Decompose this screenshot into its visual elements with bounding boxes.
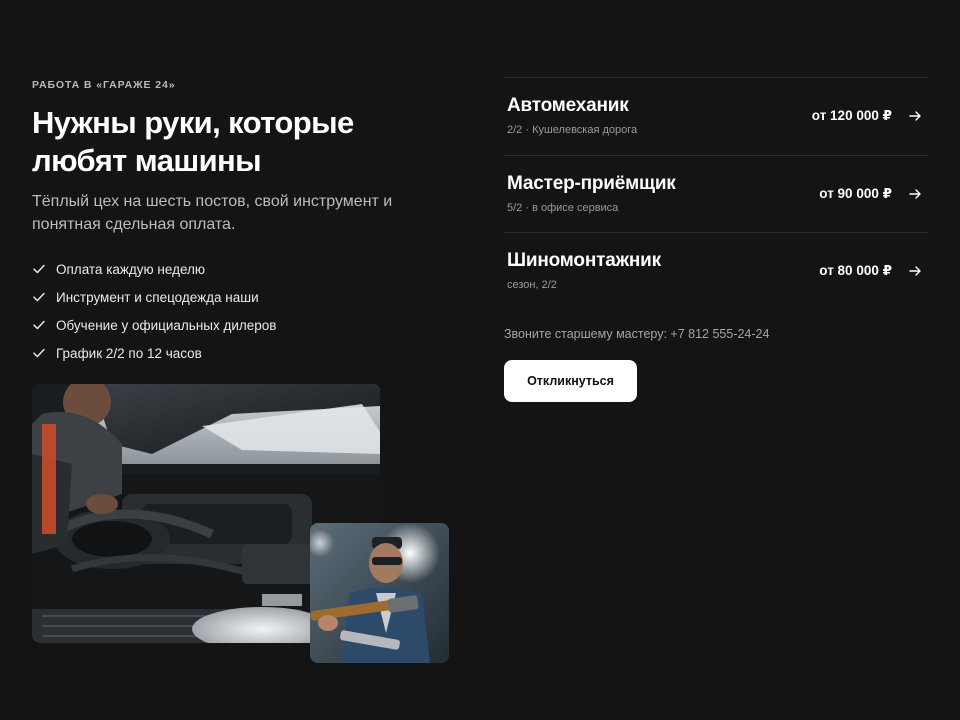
vacancy-row[interactable]: Мастер-приёмщик 5/2 · в офисе сервиса от… xyxy=(504,154,928,233)
benefits-list: Оплата каждую неделю Инструмент и спецод… xyxy=(32,255,276,367)
contact-phone-text: Звоните старшему мастеру: +7 812 555-24-… xyxy=(504,327,770,341)
mechanic-with-tool-photo xyxy=(310,523,449,663)
lead-text: Тёплый цех на шесть постов, свой инструм… xyxy=(32,193,393,233)
vacancy-title: Автомеханик xyxy=(507,95,629,116)
vacancy-title: Мастер-приёмщик xyxy=(507,172,676,194)
check-icon xyxy=(32,262,46,276)
vacancy-meta: 5/2 · в офисе сервиса xyxy=(507,201,619,214)
vacancy-row[interactable]: Шиномонтажник сезон, 2/2 от 80 000 ₽ xyxy=(504,232,928,310)
vacancies-section: Автомеханик 2/2 · Кушелевская дорога от … xyxy=(504,77,928,402)
vacancy-row[interactable]: Автомеханик 2/2 · Кушелевская дорога от … xyxy=(504,77,928,155)
benefit-item: График 2/2 по 12 часов xyxy=(32,339,276,367)
apply-button[interactable]: Откликнуться xyxy=(504,360,637,402)
vacancy-meta: сезон, 2/2 xyxy=(507,279,557,291)
check-icon xyxy=(32,318,46,332)
vacancy-salary: от 80 000 ₽ xyxy=(819,263,892,278)
vacancy-meta: 2/2 · Кушелевская дорога xyxy=(507,124,638,136)
benefit-label: Инструмент и спецодежда наши xyxy=(56,289,259,305)
benefit-label: Обучение у официальных дилеров xyxy=(56,317,277,333)
arrow-right-icon[interactable] xyxy=(908,109,922,123)
benefit-item: Обучение у официальных дилеров xyxy=(32,311,276,339)
benefit-label: Оплата каждую неделю xyxy=(56,261,206,277)
vacancy-salary: от 90 000 ₽ xyxy=(819,185,892,201)
eyebrow-label: РАБОТА В «ГАРАЖЕ 24» xyxy=(32,79,176,91)
vacancy-title: Шиномонтажник xyxy=(507,250,661,271)
vacancy-salary: от 120 000 ₽ xyxy=(811,108,892,123)
benefit-item: Оплата каждую неделю xyxy=(32,255,276,283)
arrow-right-icon[interactable] xyxy=(908,264,922,278)
page-title: Нужны руки, которые любят машины xyxy=(32,105,354,178)
benefit-label: График 2/2 по 12 часов xyxy=(56,345,202,361)
arrow-right-icon[interactable] xyxy=(908,187,922,201)
check-icon xyxy=(32,346,46,360)
benefit-item: Инструмент и спецодежда наши xyxy=(32,283,276,311)
check-icon xyxy=(32,290,46,304)
